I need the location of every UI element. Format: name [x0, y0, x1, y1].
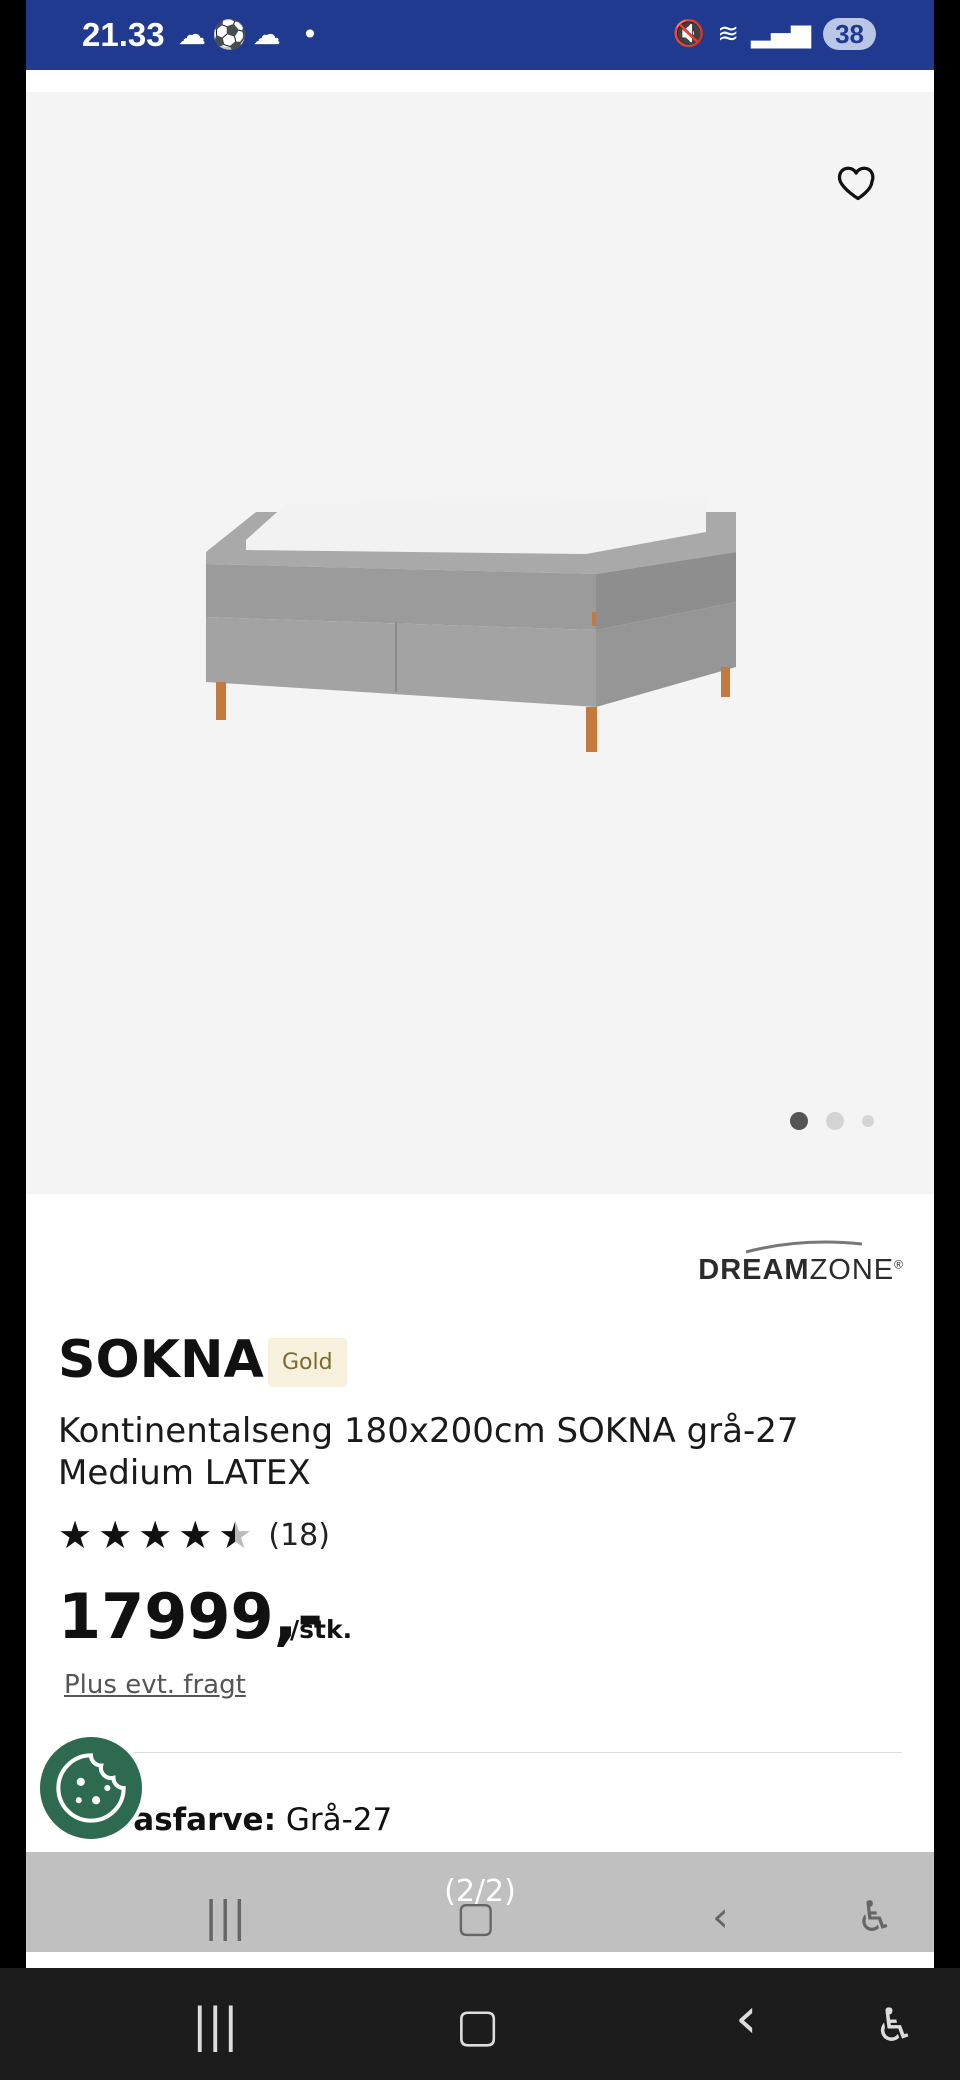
- price-unit: /stk.: [290, 1615, 353, 1644]
- battery-indicator: 38: [823, 18, 876, 50]
- app-screen: 21.33 ☁⚽☁ • 🔇 ≋ ▂▄▆ 38 DREAMZONE® SOKNA …: [26, 0, 934, 1968]
- product-image: [206, 500, 736, 752]
- back-button[interactable]: ‹: [735, 1986, 757, 2051]
- product-description: Kontinentalseng 180x200cm SOKNA grå-27 M…: [58, 1411, 799, 1493]
- overlay-accessibility-icon: ♿: [856, 1892, 894, 1941]
- rating-count[interactable]: (18): [268, 1518, 330, 1553]
- heart-icon[interactable]: [836, 160, 880, 204]
- signal-icon: ▂▄▆: [751, 19, 812, 49]
- brand-name-regular: ZONE: [809, 1254, 895, 1286]
- tier-badge: Gold: [268, 1338, 347, 1387]
- mute-icon: 🔇: [672, 19, 706, 49]
- status-bar: 21.33 ☁⚽☁ • 🔇 ≋ ▂▄▆ 38: [26, 0, 934, 70]
- page-header-strip: [26, 70, 934, 93]
- overlay-recents-icon: |||: [204, 1892, 247, 1941]
- variant-value: Grå-27: [285, 1802, 393, 1838]
- star-icon-1: ★: [58, 1513, 93, 1557]
- product-rating[interactable]: ★ ★ ★ ★ ★ (18): [58, 1515, 330, 1555]
- product-title: SOKNA: [58, 1330, 264, 1390]
- gallery-dot-2[interactable]: [826, 1112, 844, 1130]
- star-icon-4: ★: [178, 1513, 213, 1557]
- recents-button[interactable]: |||: [192, 1998, 239, 2052]
- wifi-icon: ≋: [717, 19, 740, 49]
- screenshot-overlay: (2/2) ||| ▢ ‹ ♿: [26, 1852, 934, 1952]
- brand-name-bold: DREAM: [698, 1254, 810, 1286]
- divider: [58, 1752, 902, 1753]
- overlay-home-icon: ▢: [456, 1892, 496, 1941]
- status-right: 🔇 ≋ ▂▄▆ 38: [673, 18, 876, 50]
- star-icon-2: ★: [98, 1513, 133, 1557]
- overlay-back-icon: ‹: [712, 1892, 729, 1941]
- variant-selector[interactable]: rasfarve: Grå-27: [118, 1802, 392, 1838]
- brand-swoosh-icon: [745, 1240, 863, 1254]
- system-navigation-bar: ||| ▢ ‹ ♿: [0, 1968, 960, 2080]
- cookie-icon: [56, 1753, 126, 1823]
- gallery-dot-3[interactable]: [862, 1115, 874, 1127]
- cookie-consent-button[interactable]: [36, 1733, 146, 1843]
- accessibility-button[interactable]: ♿: [874, 1998, 915, 2052]
- half-star-icon: ★: [218, 1513, 253, 1557]
- freight-link[interactable]: Plus evt. fragt: [64, 1670, 246, 1700]
- brand-mark: ®: [894, 1257, 904, 1272]
- product-image-gallery[interactable]: [26, 92, 934, 1194]
- gallery-dot-1[interactable]: [790, 1112, 808, 1130]
- product-price: 17999,-: [58, 1580, 323, 1653]
- brand-logo[interactable]: DREAMZONE®: [698, 1240, 904, 1287]
- status-time: 21.33: [82, 16, 165, 53]
- home-button[interactable]: ▢: [456, 1998, 499, 2052]
- status-notification-icons: ☁⚽☁ •: [178, 18, 325, 51]
- gallery-pagination[interactable]: [790, 1112, 874, 1130]
- star-icon-3: ★: [138, 1513, 173, 1557]
